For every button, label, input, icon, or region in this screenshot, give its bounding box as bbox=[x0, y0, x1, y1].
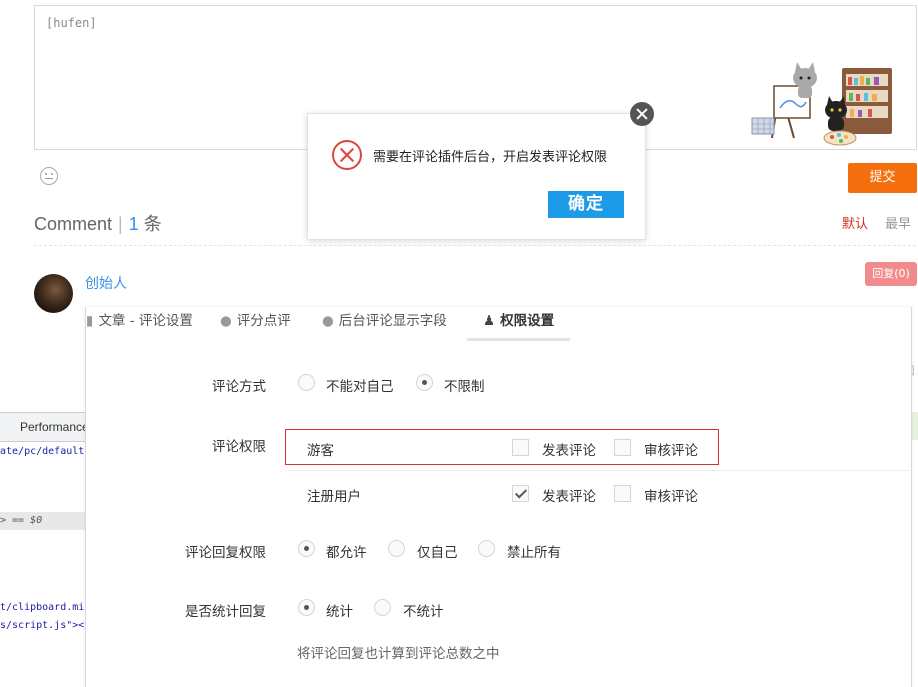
comment-permission-label: 评论权限 bbox=[212, 439, 266, 455]
comment-mode-option-label: 不限制 bbox=[444, 379, 485, 395]
checkbox-label: 审核评论 bbox=[644, 443, 698, 459]
reply-button[interactable]: 回复(0) bbox=[865, 262, 917, 286]
count-replies-option-label: 不统计 bbox=[403, 604, 444, 620]
reply-permission-option-label: 都允许 bbox=[326, 545, 367, 561]
tab-label: 评分点评 bbox=[236, 313, 291, 329]
comment-count: 1 bbox=[128, 214, 139, 234]
tab-permissions[interactable]: ♟ 权限设置 bbox=[483, 309, 554, 329]
devtools-tab-performance[interactable]: Performance bbox=[20, 420, 89, 434]
comment-mode-radio-unlimited[interactable] bbox=[416, 374, 433, 391]
tab-label: 权限设置 bbox=[500, 313, 555, 329]
tab-article-comment-settings[interactable]: ▮ 文章 - 评论设置 bbox=[86, 309, 193, 329]
devtools-code-line: ate/pc/default bbox=[0, 446, 85, 457]
devtools-code-line: t/clipboard.min bbox=[0, 602, 91, 613]
registered-review-comment-checkbox[interactable] bbox=[614, 485, 631, 502]
reply-permission-radio-none[interactable] bbox=[478, 540, 495, 557]
role-registered-label: 注册用户 bbox=[307, 489, 361, 505]
comment-heading: Comment | 1 条 bbox=[34, 210, 162, 236]
checkbox-label: 审核评论 bbox=[644, 489, 698, 505]
document-icon: ▮ bbox=[86, 313, 94, 329]
comment-heading-separator: | bbox=[118, 214, 123, 234]
reply-permission-radio-all[interactable] bbox=[298, 540, 315, 557]
tab-label: 后台评论显示字段 bbox=[338, 313, 447, 329]
reply-permission-label: 评论回复权限 bbox=[185, 545, 266, 561]
user-icon: ♟ bbox=[483, 313, 496, 329]
count-replies-hint: 将评论回复也计算到评论总数之中 bbox=[297, 646, 500, 662]
reply-permission-option-label: 禁止所有 bbox=[507, 545, 561, 561]
sort-earliest-link[interactable]: 最早 bbox=[885, 213, 911, 232]
comment-mode-radio-no-self[interactable] bbox=[298, 374, 315, 391]
devtools-code-line: s/script.js"></ bbox=[0, 620, 91, 631]
tab-rating-review[interactable]: ● 评分点评 bbox=[220, 309, 291, 329]
count-replies-option-label: 统计 bbox=[326, 604, 353, 620]
tab-label: 文章 - 评论设置 bbox=[98, 313, 193, 329]
sort-default-link[interactable]: 默认 bbox=[842, 213, 868, 232]
tab-backend-fields[interactable]: ● 后台评论显示字段 bbox=[322, 309, 447, 329]
chat-icon: ● bbox=[322, 313, 334, 329]
cat-painting-illustration bbox=[751, 62, 892, 146]
reply-permission-option-label: 仅自己 bbox=[417, 545, 458, 561]
comment-author-name[interactable]: 创始人 bbox=[85, 273, 127, 293]
count-replies-radio-no[interactable] bbox=[374, 599, 391, 616]
chat-icon: ● bbox=[220, 313, 232, 329]
guest-post-comment-checkbox[interactable] bbox=[512, 439, 529, 456]
error-x-icon bbox=[332, 140, 362, 170]
close-icon[interactable] bbox=[630, 102, 654, 126]
avatar[interactable] bbox=[34, 274, 73, 313]
comment-placeholder: [hufen] bbox=[46, 16, 97, 30]
guest-review-comment-checkbox[interactable] bbox=[614, 439, 631, 456]
count-replies-label: 是否统计回复 bbox=[185, 604, 266, 620]
reply-permission-radio-self[interactable] bbox=[388, 540, 405, 557]
checkbox-label: 发表评论 bbox=[542, 443, 596, 459]
role-guest-label: 游客 bbox=[307, 443, 334, 459]
comment-divider bbox=[34, 245, 916, 246]
count-replies-radio-yes[interactable] bbox=[298, 599, 315, 616]
checkbox-label: 发表评论 bbox=[542, 489, 596, 505]
dialog-confirm-button[interactable]: 确定 bbox=[548, 191, 624, 218]
comment-mode-option-label: 不能对自己 bbox=[326, 379, 394, 395]
active-tab-indicator bbox=[467, 338, 570, 341]
devtools-code-line: > == $0 bbox=[0, 515, 43, 526]
dialog-message: 需要在评论插件后台，开启发表评论权限 bbox=[373, 150, 608, 165]
registered-post-comment-checkbox[interactable] bbox=[512, 485, 529, 502]
comment-count-unit: 条 bbox=[143, 214, 162, 234]
smiley-icon[interactable] bbox=[40, 167, 58, 185]
settings-panel bbox=[85, 307, 912, 687]
error-dialog bbox=[307, 113, 646, 240]
submit-button[interactable]: 提交 bbox=[848, 163, 917, 193]
permission-divider bbox=[285, 470, 910, 471]
comment-mode-label: 评论方式 bbox=[212, 379, 266, 395]
comment-heading-word: Comment bbox=[34, 214, 113, 234]
